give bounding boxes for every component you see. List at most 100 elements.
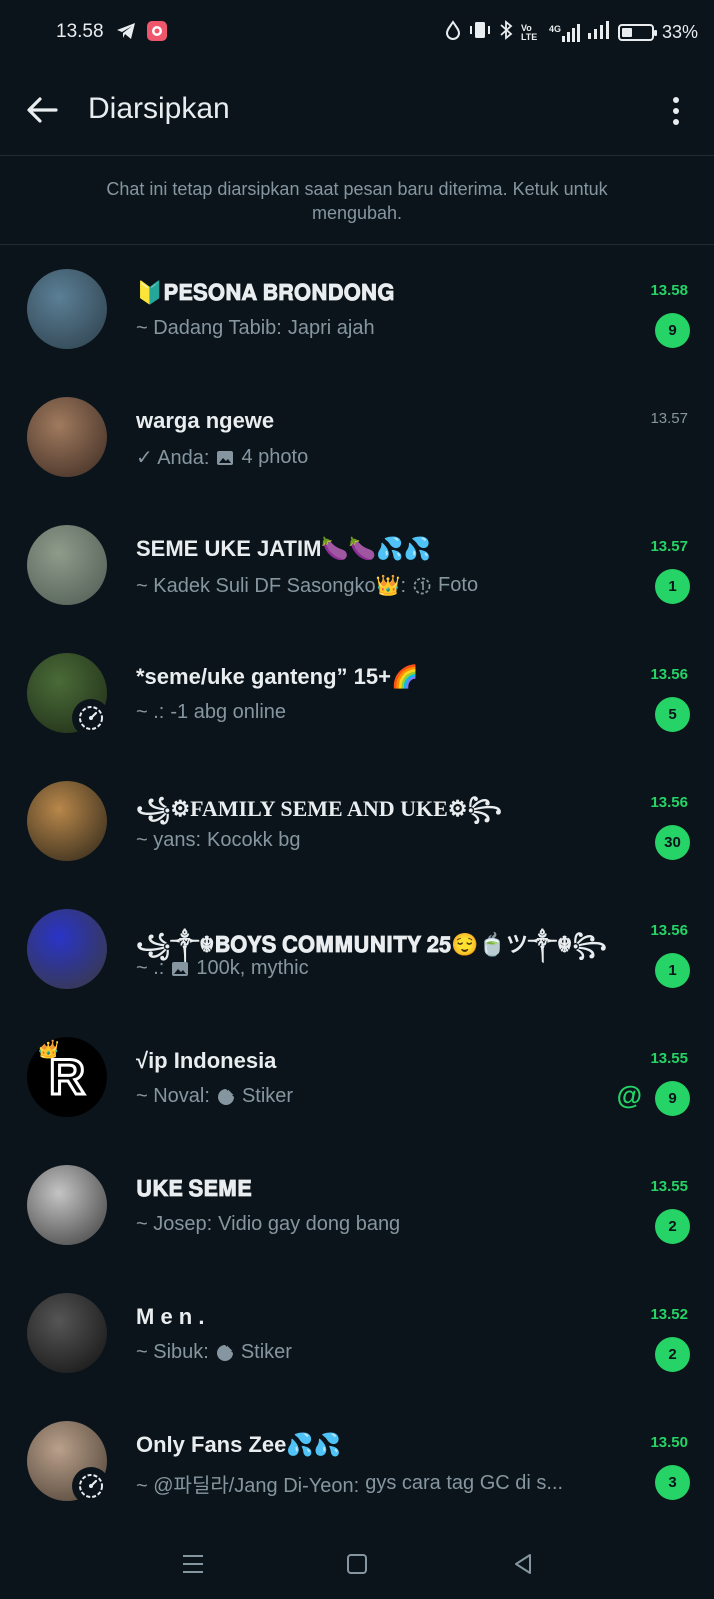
nav-back-button[interactable] — [508, 1549, 538, 1579]
avatar[interactable]: R 👑 — [27, 1037, 107, 1117]
message-preview: 4 photo — [241, 446, 309, 468]
sender-name: ~ Kadek Suli DF Sasongko👑: — [136, 575, 407, 597]
page-title: Diarsipkan — [88, 92, 230, 125]
sender-name: ~ Noval: — [136, 1085, 210, 1107]
chat-list-item[interactable]: ꧁༒☬𝐁𝐎𝐘𝐒 𝐂𝐎𝐌𝐌𝐔𝐍𝐈𝐓𝐘 𝟐𝟓😌🍵ツ༒☬꧂ 13.56 ~ .: 100… — [0, 886, 714, 1014]
chat-name: √ip Indonesia — [136, 1048, 277, 1073]
more-vertical-icon — [673, 97, 679, 125]
chat-name: SEME UKE JATIM🍆🍆💦💦 — [136, 536, 431, 561]
system-navigation-bar — [0, 1527, 714, 1599]
chat-time: 13.50 — [650, 1434, 688, 1451]
chat-list-item[interactable]: SEME UKE JATIM🍆🍆💦💦 13.57 ~ Kadek Suli DF… — [0, 502, 714, 630]
chat-name: *seme/uke ganteng” 15+🌈 — [136, 664, 419, 689]
disappearing-messages-icon — [72, 699, 110, 737]
message-preview: Stiker — [241, 1085, 294, 1107]
chat-preview: ~ Kadek Suli DF Sasongko👑: Foto — [136, 573, 616, 598]
chat-preview: ~ Josep: Vidio gay dong bang — [136, 1213, 616, 1236]
chat-time: 13.57 — [650, 538, 688, 555]
archive-notice-text: Chat ini tetap diarsipkan saat pesan bar… — [106, 178, 608, 223]
unread-count-badge: 2 — [655, 1209, 690, 1244]
status-right-icons: Vo LTE 4G 33% — [445, 20, 698, 45]
chat-time: 13.57 — [650, 410, 688, 427]
recents-button[interactable] — [178, 1549, 208, 1579]
chat-name: M e n . — [136, 1304, 205, 1329]
chat-time: 13.58 — [650, 282, 688, 299]
message-preview: Kocokk bg — [207, 829, 301, 851]
chat-name: warga ngewe — [136, 408, 275, 433]
app-notification-icon — [146, 20, 168, 47]
back-button[interactable] — [22, 90, 62, 130]
bluetooth-icon — [499, 20, 513, 45]
chat-time: 13.55 — [650, 1178, 688, 1195]
battery-level — [621, 28, 632, 37]
volte-icon: Vo LTE — [520, 22, 538, 42]
recents-icon — [183, 1555, 203, 1573]
vibrate-icon — [469, 20, 491, 45]
sender-name: ~ Josep: — [136, 1213, 213, 1235]
more-options-button[interactable] — [664, 94, 688, 128]
chat-list-item[interactable]: 𝐔𝐊𝐄 𝐒𝐄𝐌𝐄 13.55 ~ Josep: Vidio gay dong ba… — [0, 1142, 714, 1270]
chat-preview: ~ .: -1 abg online — [136, 701, 616, 724]
chat-list-item[interactable]: Only Fans Zee💦💦 13.50 ~ @파딜라/Jang Di-Yeo… — [0, 1398, 714, 1526]
avatar[interactable] — [27, 269, 107, 349]
chat-preview: ✓ Anda: 4 photo — [136, 445, 616, 470]
message-preview: -1 abg online — [170, 701, 287, 723]
arrow-left-icon — [27, 97, 58, 123]
status-time: 13.58 — [56, 21, 104, 42]
message-preview: Stiker — [240, 1341, 292, 1363]
sender-name: ~ @파딜라/Jang Di-Yeon: — [136, 1475, 360, 1497]
sender-name: ~ Sibuk: — [136, 1341, 209, 1363]
avatar[interactable] — [27, 525, 107, 605]
message-preview: 100k, mythic — [196, 957, 309, 979]
archive-settings-notice[interactable]: Chat ini tetap diarsipkan saat pesan bar… — [0, 157, 714, 245]
avatar[interactable] — [27, 781, 107, 861]
chat-list-item[interactable]: R 👑 √ip Indonesia 13.55 ~ Noval: Stiker @… — [0, 1014, 714, 1142]
chat-list-item[interactable]: warga ngewe 13.57 ✓ Anda: 4 photo — [0, 374, 714, 502]
avatar[interactable] — [27, 909, 107, 989]
avatar[interactable] — [27, 397, 107, 477]
chat-list-item[interactable]: *seme/uke ganteng” 15+🌈 13.56 ~ .: -1 abg… — [0, 630, 714, 758]
disappearing-messages-icon — [72, 1467, 110, 1505]
status-left-icons — [116, 20, 168, 47]
unread-count-badge: 9 — [655, 1081, 690, 1116]
home-button[interactable] — [342, 1549, 372, 1579]
unread-count-badge: 5 — [655, 697, 690, 732]
data-saver-icon — [445, 20, 461, 45]
avatar[interactable] — [27, 1165, 107, 1245]
home-icon — [347, 1554, 367, 1574]
image-icon — [170, 959, 190, 979]
chat-preview: ~ .: 100k, mythic — [136, 957, 616, 980]
unread-count-badge: 1 — [655, 569, 690, 604]
chat-list-item[interactable]: M e n . 13.52 ~ Sibuk: Stiker 2 — [0, 1270, 714, 1398]
sticker-icon — [216, 1087, 236, 1107]
unread-count-badge: 1 — [655, 953, 690, 988]
chat-time: 13.56 — [650, 794, 688, 811]
network-type-label: 4G — [548, 23, 561, 34]
crown-icon: 👑 — [37, 1039, 60, 1059]
back-triangle-icon — [515, 1554, 531, 1574]
sender-name: ~ yans: — [136, 829, 202, 851]
chat-time: 13.56 — [650, 922, 688, 939]
chat-list-item[interactable]: ꧁⚙FAMILY SEME AND UKE⚙꧂ 13.56 ~ yans: Koc… — [0, 758, 714, 886]
telegram-icon — [116, 22, 136, 45]
chat-time: 13.56 — [650, 666, 688, 683]
unread-count-badge: 30 — [655, 825, 690, 860]
unread-count-badge: 3 — [655, 1465, 690, 1500]
chat-name: 🔰𝐏𝐄𝐒𝐎𝐍𝐀 𝐁𝐑𝐎𝐍𝐃𝐎𝐍𝐆 — [136, 280, 395, 305]
app-bar: Diarsipkan — [0, 64, 714, 156]
battery-icon — [617, 24, 657, 41]
chat-time: 13.52 — [650, 1306, 688, 1323]
unread-count-badge: 9 — [655, 313, 690, 348]
sticker-icon — [215, 1343, 235, 1363]
avatar[interactable] — [27, 1293, 107, 1373]
mention-badge: @ — [616, 1080, 642, 1110]
sender-name: ~ Dadang Tabib: — [136, 317, 282, 339]
chat-list-item[interactable]: 🔰𝐏𝐄𝐒𝐎𝐍𝐀 𝐁𝐑𝐎𝐍𝐃𝐎𝐍𝐆 13.58 ~ Dadang Tabib: Ja… — [0, 246, 714, 374]
chat-name: 𝐔𝐊𝐄 𝐒𝐄𝐌𝐄 — [136, 1176, 252, 1201]
chat-preview: ~ Noval: Stiker — [136, 1085, 616, 1108]
chat-preview: ~ yans: Kocokk bg — [136, 829, 616, 852]
chat-list: 🔰𝐏𝐄𝐒𝐎𝐍𝐀 𝐁𝐑𝐎𝐍𝐃𝐎𝐍𝐆 13.58 ~ Dadang Tabib: Ja… — [0, 246, 714, 1526]
status-bar: 13.58 Vo LTE 4G 33% — [0, 0, 714, 64]
sender-name: ✓ Anda: — [136, 447, 210, 469]
chat-time: 13.55 — [650, 1050, 688, 1067]
